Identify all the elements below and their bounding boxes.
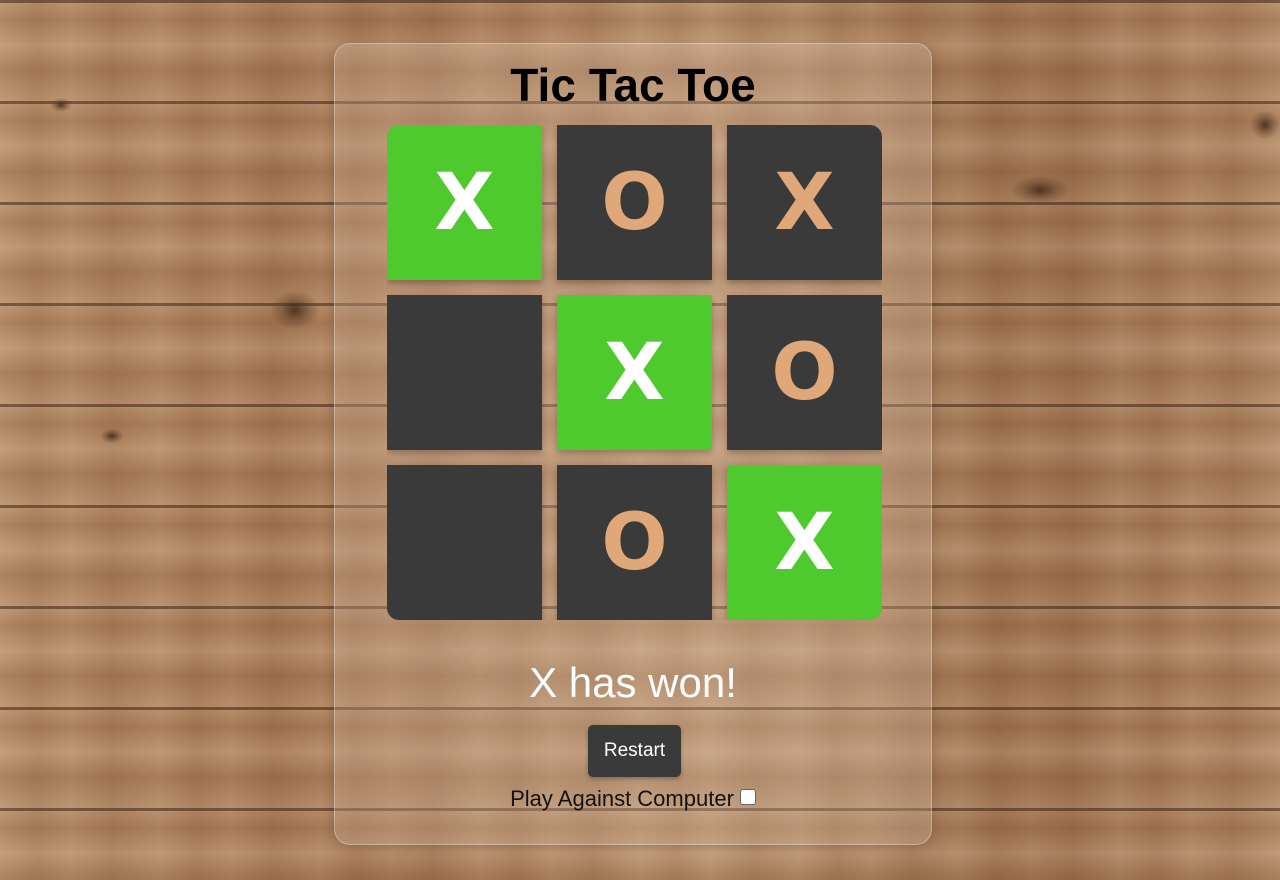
board-cell[interactable]: X	[557, 295, 712, 450]
board-cell[interactable]	[387, 295, 542, 450]
game-title: Tic Tac Toe	[510, 59, 756, 111]
wood-knot	[100, 428, 124, 444]
wood-knot	[1250, 110, 1280, 140]
board-cell[interactable]: X	[727, 125, 882, 280]
game-status: X has won!	[529, 659, 737, 706]
wood-knot	[270, 290, 320, 330]
wood-knot	[1010, 175, 1070, 205]
play-against-computer-label: Play Against Computer	[510, 786, 734, 812]
board-cell[interactable]: O	[727, 295, 882, 450]
board-cell[interactable]	[387, 465, 542, 620]
restart-button[interactable]: Restart	[588, 725, 681, 777]
board-cell[interactable]: X	[727, 465, 882, 620]
play-against-computer-checkbox[interactable]	[739, 789, 756, 806]
play-against-computer-row: Play Against Computer	[335, 785, 931, 812]
board-cell[interactable]: X	[387, 125, 542, 280]
wood-knot	[50, 98, 72, 112]
game-panel: Tic Tac Toe X O X X O O X X has won! Res…	[334, 43, 932, 845]
board-cell[interactable]: O	[557, 465, 712, 620]
game-board: X O X X O O X	[387, 125, 882, 620]
board-cell[interactable]: O	[557, 125, 712, 280]
